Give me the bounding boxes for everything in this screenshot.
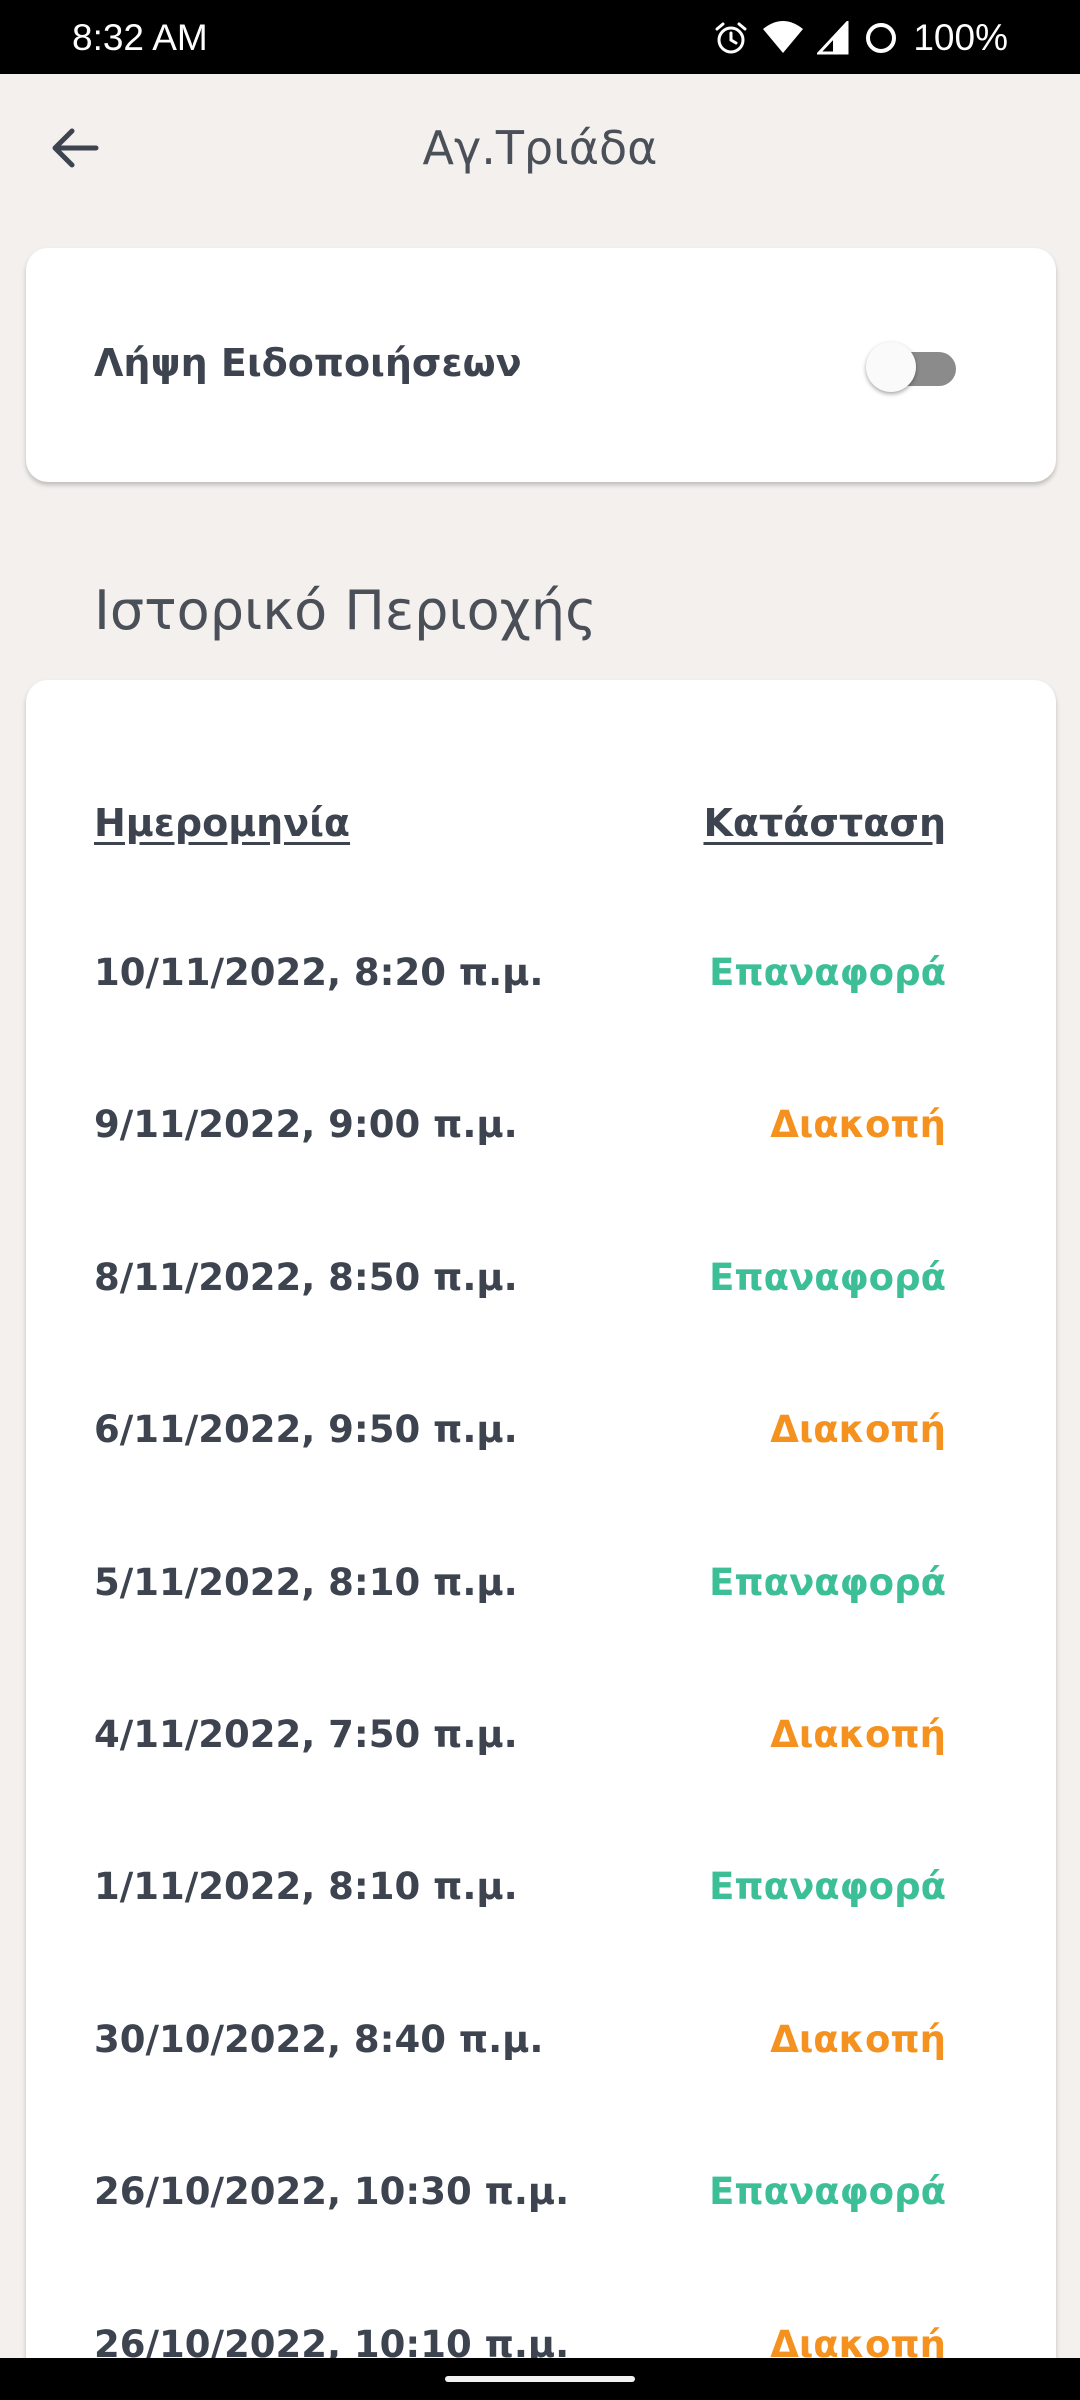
- history-row-status: Διακοπή: [770, 1408, 946, 1452]
- history-row-date: 9/11/2022, 9:00 π.μ.: [94, 1103, 518, 1147]
- signal-icon: [817, 21, 849, 55]
- history-card[interactable]: Ημερομηνία Κατάσταση 10/11/2022, 8:20 π.…: [26, 680, 1056, 2380]
- history-list: 10/11/2022, 8:20 π.μ. Επαναφορά 9/11/2022,…: [94, 950, 946, 2380]
- status-column-header[interactable]: Κατάσταση: [703, 800, 946, 846]
- history-row-status: Επαναφορά: [709, 1255, 946, 1299]
- history-row-date: 8/11/2022, 8:50 π.μ.: [94, 1255, 518, 1299]
- history-row: 26/10/2022, 10:30 π.μ. Επαναφορά: [94, 2169, 946, 2321]
- history-row-date: 6/11/2022, 9:50 π.μ.: [94, 1408, 518, 1452]
- history-row-status: Επαναφορά: [709, 1560, 946, 1604]
- history-row-status: Επαναφορά: [709, 1865, 946, 1909]
- history-row-date: 4/11/2022, 7:50 π.μ.: [94, 1712, 518, 1756]
- date-column-header[interactable]: Ημερομηνία: [94, 800, 350, 846]
- history-row: 30/10/2022, 8:40 π.μ. Διακοπή: [94, 2017, 946, 2169]
- history-row: 6/11/2022, 9:50 π.μ. Διακοπή: [94, 1407, 946, 1559]
- history-row-status: Επαναφορά: [709, 2170, 946, 2214]
- status-bar: 8:32 AM 100%: [0, 0, 1080, 74]
- history-row: 8/11/2022, 8:50 π.μ. Επαναφορά: [94, 1255, 946, 1407]
- status-icons: 100%: [713, 18, 1008, 58]
- history-row-status: Επαναφορά: [709, 951, 946, 994]
- page-title: Αγ.Τριάδα: [422, 121, 658, 175]
- history-section-title: Ιστορικό Περιοχής: [94, 579, 597, 642]
- history-row-date: 10/11/2022, 8:20 π.μ.: [94, 951, 544, 994]
- history-row: 1/11/2022, 8:10 π.μ. Επαναφορά: [94, 1864, 946, 2016]
- notifications-label: Λήψη Ειδοποιήσεων: [94, 341, 522, 385]
- navigation-bar: [0, 2358, 1080, 2400]
- alarm-icon: [713, 20, 749, 56]
- battery-percent: 100%: [913, 17, 1008, 58]
- history-row-date: 1/11/2022, 8:10 π.μ.: [94, 1865, 518, 1909]
- history-row-status: Διακοπή: [770, 1103, 946, 1147]
- history-row-date: 30/10/2022, 8:40 π.μ.: [94, 2017, 544, 2061]
- history-header: Ημερομηνία Κατάσταση: [94, 800, 946, 846]
- history-row: 4/11/2022, 7:50 π.μ. Διακοπή: [94, 1712, 946, 1864]
- history-row: 10/11/2022, 8:20 π.μ. Επαναφορά: [94, 950, 946, 1102]
- history-row-status: Διακοπή: [770, 2017, 946, 2061]
- home-gesture-handle[interactable]: [445, 2376, 635, 2382]
- history-row-date: 26/10/2022, 10:30 π.μ.: [94, 2170, 570, 2214]
- history-row-date: 5/11/2022, 8:10 π.μ.: [94, 1560, 518, 1604]
- history-row: 9/11/2022, 9:00 π.μ. Διακοπή: [94, 1102, 946, 1254]
- status-time: 8:32 AM: [72, 17, 208, 58]
- history-row: 5/11/2022, 8:10 π.μ. Επαναφορά: [94, 1560, 946, 1712]
- history-row-status: Διακοπή: [770, 1712, 946, 1756]
- app-bar: Αγ.Τριάδα: [0, 74, 1080, 224]
- notifications-card: Λήψη Ειδοποιήσεων: [26, 248, 1056, 482]
- wifi-icon: [763, 21, 804, 55]
- toggle-thumb: [866, 342, 916, 392]
- notifications-toggle[interactable]: [866, 342, 958, 392]
- battery-icon: [863, 20, 899, 56]
